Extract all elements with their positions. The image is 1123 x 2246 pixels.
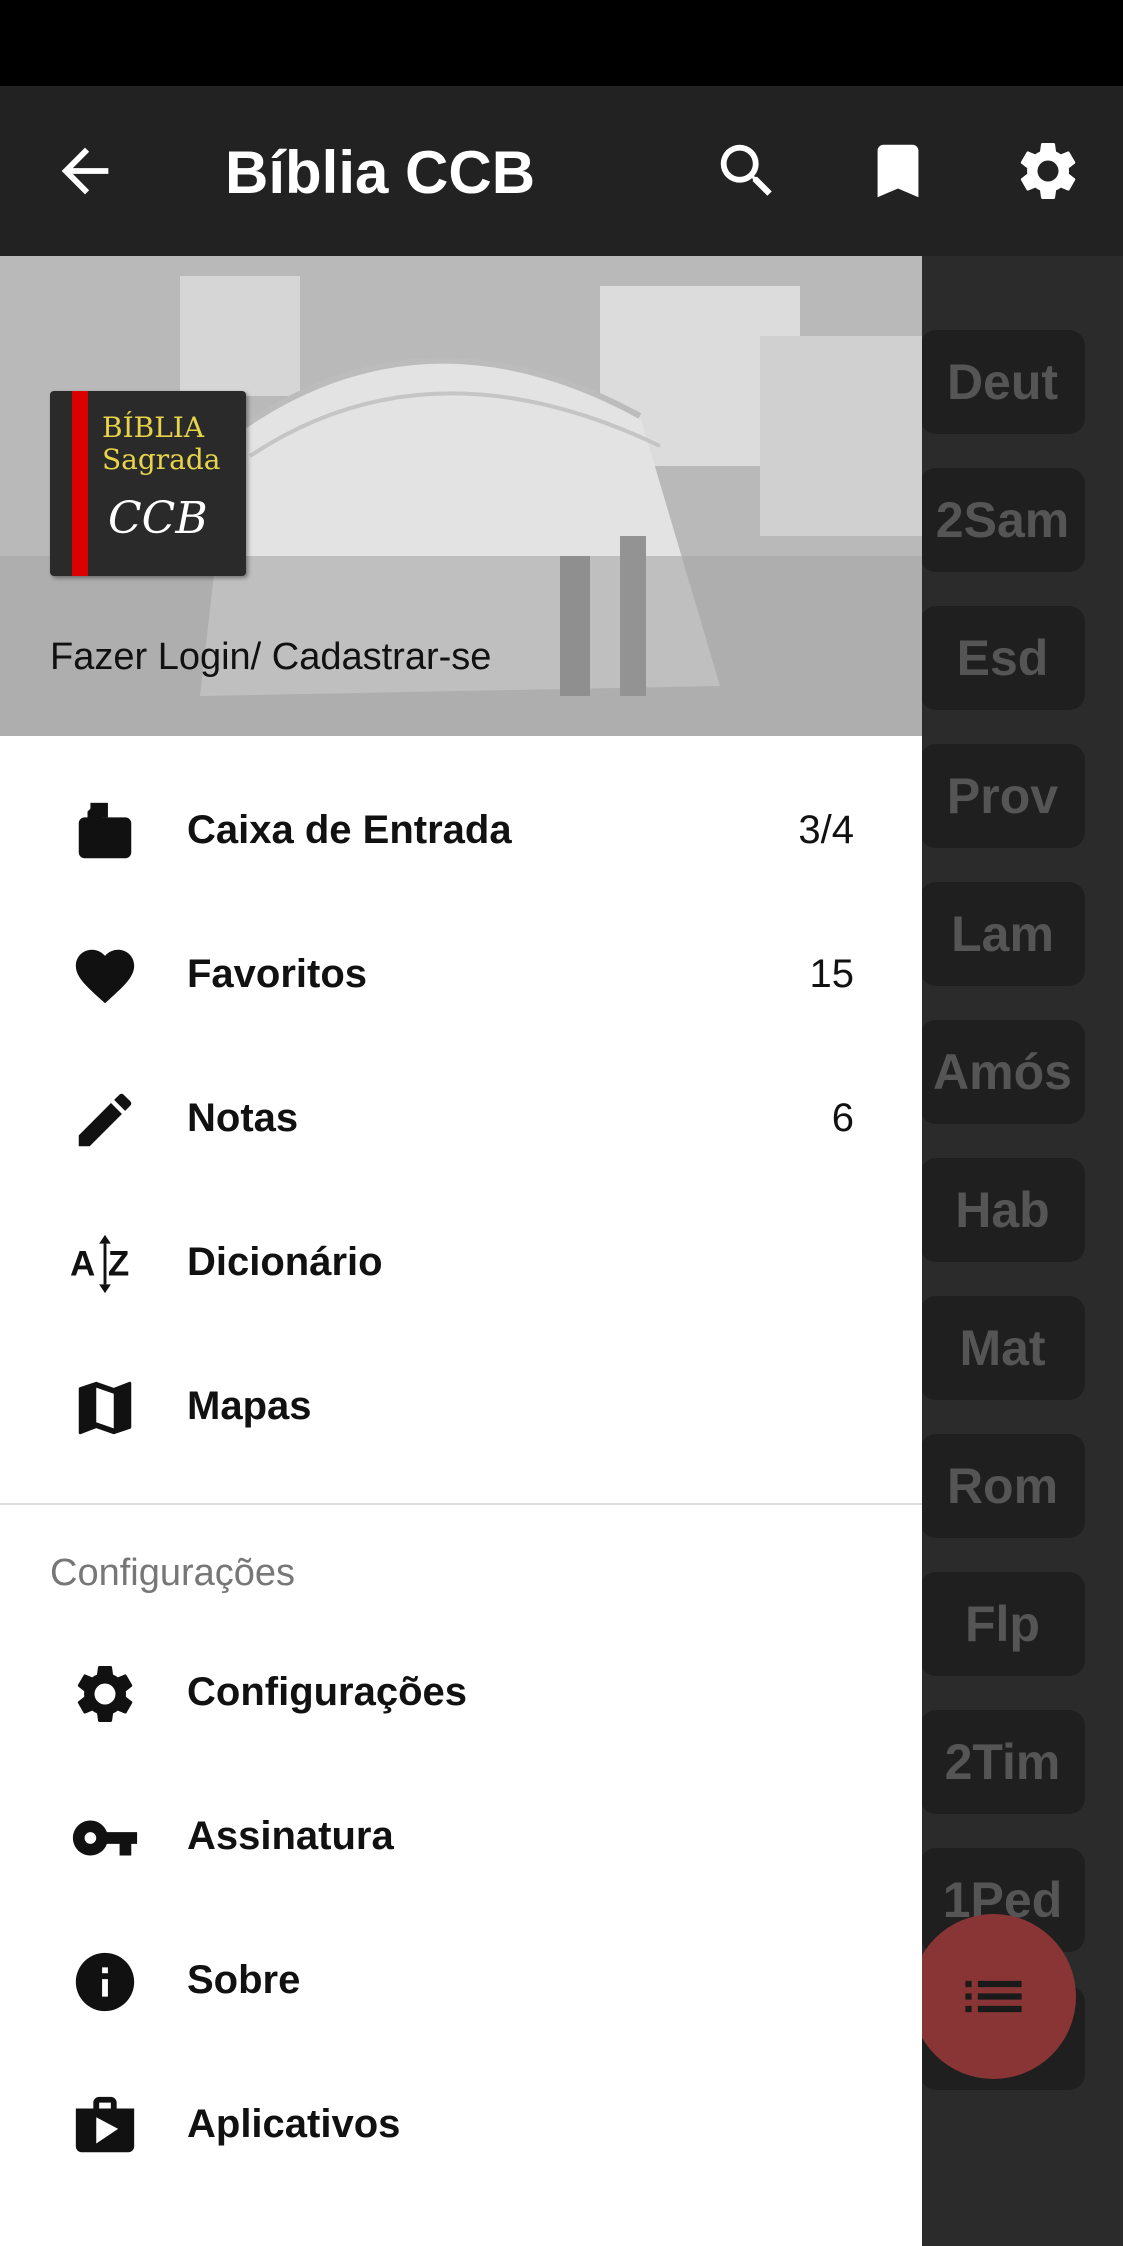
menu-item-count: 15: [809, 952, 855, 996]
menu-item-label: Favoritos: [187, 952, 368, 996]
menu-item-label: Assinatura: [187, 1814, 394, 1858]
menu-item-label: Mapas: [187, 1384, 312, 1428]
inbox-icon: [78, 802, 132, 859]
menu-item-settings[interactable]: Configurações: [0, 1622, 922, 1766]
menu-item-dictionary[interactable]: AZ Dicionário: [0, 1192, 922, 1336]
key-icon: [72, 1820, 138, 1856]
menu-item-favorites[interactable]: Favoritos 15: [0, 904, 922, 1048]
menu-item-about[interactable]: Sobre: [0, 1910, 922, 2054]
bookmark-icon[interactable]: [863, 136, 933, 206]
book-button[interactable]: 2Tim: [920, 1710, 1085, 1814]
book-button[interactable]: Amós: [920, 1020, 1085, 1124]
list-icon: [965, 1980, 1022, 2013]
arrow-back-icon[interactable]: [50, 136, 120, 206]
shop-bag-icon: [75, 2096, 135, 2153]
svg-text:A: A: [70, 1245, 95, 1284]
menu-item-label: Caixa de Entrada: [187, 808, 512, 852]
book-button[interactable]: Lam: [920, 882, 1085, 986]
menu-item-label: Configurações: [187, 1670, 468, 1714]
book-button[interactable]: Rom: [920, 1434, 1085, 1538]
menu-item-inbox[interactable]: Caixa de Entrada 3/4: [0, 760, 922, 904]
book-button[interactable]: 2Sam: [920, 468, 1085, 572]
menu-item-count: 6: [831, 1096, 854, 1140]
navigation-drawer: BÍBLIA Sagrada CCB Fazer Login/ Cadastra…: [0, 256, 922, 2246]
drawer-header: BÍBLIA Sagrada CCB Fazer Login/ Cadastra…: [0, 256, 922, 736]
info-icon: [75, 1952, 135, 2012]
book-button[interactable]: Prov: [920, 744, 1085, 848]
gear-icon[interactable]: [1013, 136, 1083, 206]
sort-az-icon: AZ: [70, 1234, 129, 1294]
menu-item-count: 3/4: [798, 808, 854, 852]
menu-item-apps[interactable]: Aplicativos: [0, 2054, 922, 2198]
book-button[interactable]: Esd: [920, 606, 1085, 710]
menu-item-maps[interactable]: Mapas: [0, 1336, 922, 1480]
menu-item-label: Aplicativos: [187, 2102, 401, 2146]
menu-item-label: Notas: [187, 1096, 299, 1140]
book-button[interactable]: Hab: [920, 1158, 1085, 1262]
bible-logo: BÍBLIA Sagrada CCB: [50, 391, 246, 576]
book-button[interactable]: Flp: [920, 1572, 1085, 1676]
map-icon: [78, 1381, 132, 1435]
pencil-icon: [78, 1093, 132, 1147]
divider: [0, 1503, 922, 1505]
menu-item-notes[interactable]: Notas 6: [0, 1048, 922, 1192]
svg-text:Z: Z: [108, 1245, 129, 1284]
menu-item-subscription[interactable]: Assinatura: [0, 1766, 922, 1910]
book-button[interactable]: Deut: [920, 330, 1085, 434]
heart-icon: [75, 949, 135, 1004]
search-icon[interactable]: [712, 136, 782, 206]
gear-icon: [77, 1665, 133, 1722]
app-bar: Bíblia CCB: [0, 86, 1123, 256]
status-bar: [0, 0, 1123, 86]
menu-item-label: Sobre: [187, 1958, 301, 2002]
section-title: Configurações: [50, 1552, 296, 1594]
list-fab-button[interactable]: [911, 1914, 1076, 2079]
login-link[interactable]: Fazer Login/ Cadastrar-se: [50, 636, 491, 679]
menu-item-label: Dicionário: [187, 1240, 383, 1284]
app-title: Bíblia CCB: [225, 139, 536, 206]
book-button[interactable]: Mat: [920, 1296, 1085, 1400]
